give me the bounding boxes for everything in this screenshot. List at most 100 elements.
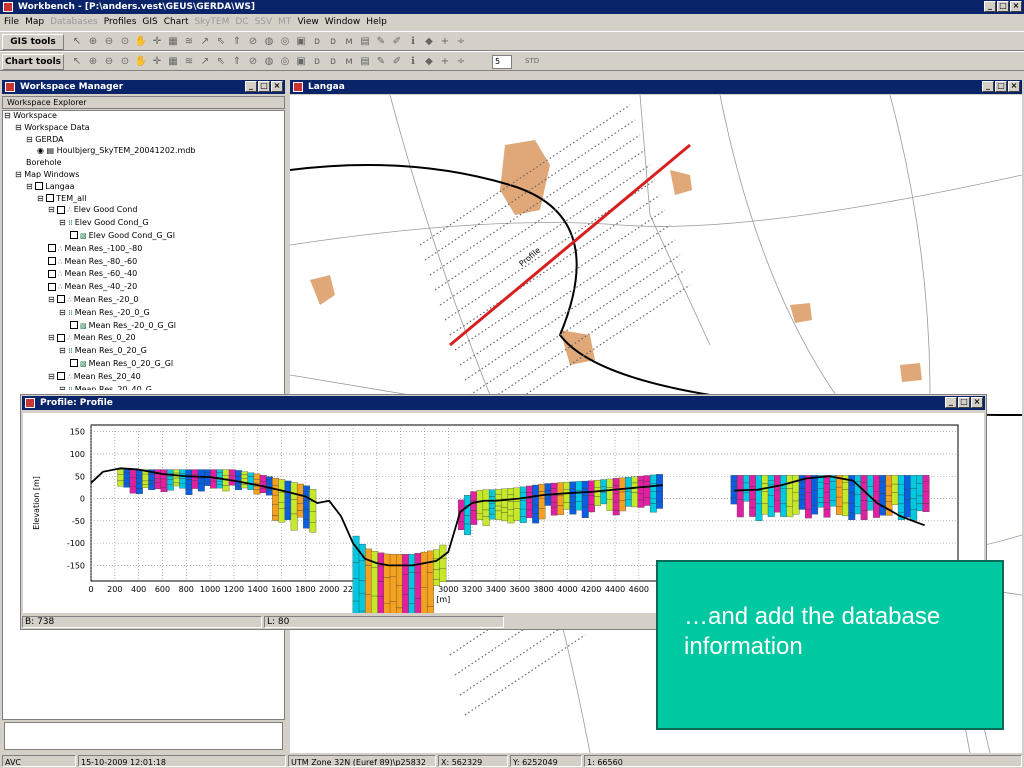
zoom-extent-icon[interactable]: ⊙: [118, 55, 132, 69]
ws-minimize-button[interactable]: _: [245, 81, 257, 92]
select-icon[interactable]: ▣: [294, 55, 308, 69]
edit-icon[interactable]: ✐: [390, 35, 404, 49]
tree-node[interactable]: ∴ Mean Res_-80_-60: [4, 256, 284, 269]
zoom-stepper[interactable]: 5: [492, 55, 512, 69]
tree-checkbox[interactable]: [70, 231, 78, 240]
tree-node[interactable]: ⊟ ⁞⁞ Mean Res_20_40_G: [4, 384, 284, 390]
arrow-icon[interactable]: ↗: [198, 35, 212, 49]
tree-node[interactable]: ▧ Mean Res_-20_0_G_Gl: [4, 320, 284, 333]
tree-checkbox[interactable]: [57, 372, 66, 381]
pen-icon[interactable]: ✎: [374, 55, 388, 69]
tree-checkbox[interactable]: [57, 333, 66, 342]
tree-node[interactable]: ⊟ TEM_all: [4, 193, 284, 205]
tree-checkbox[interactable]: [70, 359, 78, 368]
table-icon[interactable]: ▤: [358, 35, 372, 49]
menu-gis[interactable]: GIS: [142, 16, 157, 29]
grid-icon[interactable]: ▦: [166, 55, 180, 69]
plus-icon[interactable]: +: [438, 55, 452, 69]
table-icon[interactable]: ▤: [358, 55, 372, 69]
pan-icon[interactable]: ✋: [134, 35, 148, 49]
zoom-out-icon[interactable]: ⊖: [102, 35, 116, 49]
tree-node[interactable]: ⊟ ∴ Mean Res_0_20: [4, 332, 284, 345]
mrq-text[interactable]: ᴍ: [342, 55, 356, 69]
pointer-icon[interactable]: ↖: [70, 35, 84, 49]
zoom-in-icon[interactable]: ⊕: [86, 55, 100, 69]
globe2-icon[interactable]: ◎: [278, 55, 292, 69]
arrow-left-icon[interactable]: ⇖: [214, 35, 228, 49]
layers-icon[interactable]: ≋: [182, 55, 196, 69]
crosshair-icon[interactable]: ✛: [150, 55, 164, 69]
crosshair-icon[interactable]: ✛: [150, 35, 164, 49]
select-icon[interactable]: ▣: [294, 35, 308, 49]
profile-minimize-button[interactable]: _: [945, 397, 957, 408]
close-button[interactable]: ×: [1010, 1, 1022, 12]
menu-profiles[interactable]: Profiles: [104, 16, 137, 29]
globe-icon[interactable]: ◍: [262, 35, 276, 49]
menu-view[interactable]: View: [297, 16, 318, 29]
tree-node[interactable]: ⊟ Langaa: [4, 181, 284, 193]
edit-icon[interactable]: ✐: [390, 55, 404, 69]
menu-map[interactable]: Map: [25, 16, 44, 29]
tree-checkbox[interactable]: [46, 194, 55, 203]
ws-close-button[interactable]: ×: [271, 81, 283, 92]
globe2-icon[interactable]: ◎: [278, 35, 292, 49]
zoom-out-icon[interactable]: ⊖: [102, 55, 116, 69]
tree-checkbox[interactable]: [70, 321, 78, 330]
globe-icon[interactable]: ◍: [262, 55, 276, 69]
tree-node[interactable]: ⊟ ⁞⁞ Mean Res_-20_0_G: [4, 307, 284, 320]
tree-checkbox[interactable]: [57, 205, 66, 214]
divide-icon[interactable]: ÷: [454, 55, 468, 69]
tree-node[interactable]: ⊟ Map Windows: [4, 169, 284, 181]
ws-maximize-button[interactable]: □: [258, 81, 270, 92]
tree-node[interactable]: Borehole: [4, 157, 284, 169]
grid-icon[interactable]: ▦: [166, 35, 180, 49]
profile-maximize-button[interactable]: □: [958, 397, 970, 408]
dbs-text[interactable]: ᴅ: [326, 55, 340, 69]
divide-icon[interactable]: ÷: [454, 35, 468, 49]
dbs-text[interactable]: ᴅ: [326, 35, 340, 49]
arrow-up-icon[interactable]: ⇑: [230, 35, 244, 49]
menu-window[interactable]: Window: [325, 16, 361, 29]
tree-node[interactable]: ∴ Mean Res_-100_-80: [4, 243, 284, 256]
no-icon[interactable]: ⊘: [246, 55, 260, 69]
menu-chart[interactable]: Chart: [164, 16, 189, 29]
tree-node[interactable]: ⊟ ∴ Elev Good Cond: [4, 204, 284, 217]
no-icon[interactable]: ⊘: [246, 35, 260, 49]
tree-node[interactable]: ∴ Mean Res_-60_-40: [4, 268, 284, 281]
maximize-button[interactable]: □: [997, 1, 1009, 12]
info-icon[interactable]: ℹ: [406, 55, 420, 69]
map-close-button[interactable]: ×: [1008, 81, 1020, 92]
zoom-in-icon[interactable]: ⊕: [86, 35, 100, 49]
menu-help[interactable]: Help: [366, 16, 387, 29]
tree-checkbox[interactable]: [48, 257, 56, 266]
tree-checkbox[interactable]: [48, 282, 56, 291]
pen-icon[interactable]: ✎: [374, 35, 388, 49]
arrow-up-icon[interactable]: ⇑: [230, 55, 244, 69]
arrow-icon[interactable]: ↗: [198, 55, 212, 69]
tree-node[interactable]: ▧ Mean Res_0_20_G_Gl: [4, 358, 284, 371]
zoom-extent-icon[interactable]: ⊙: [118, 35, 132, 49]
arrow-left-icon[interactable]: ⇖: [214, 55, 228, 69]
layers-icon[interactable]: ≋: [182, 35, 196, 49]
tree-checkbox[interactable]: [48, 269, 56, 278]
map-maximize-button[interactable]: □: [995, 81, 1007, 92]
map-minimize-button[interactable]: _: [982, 81, 994, 92]
dbq-text[interactable]: ᴅ: [310, 35, 324, 49]
tree-node[interactable]: ⊟ ⁞⁞ Mean Res_0_20_G: [4, 345, 284, 358]
tree-node[interactable]: ◉ ▤ Houlbjerg_SkyTEM_20041202.mdb: [4, 145, 284, 157]
plus-icon[interactable]: +: [438, 35, 452, 49]
pan-icon[interactable]: ✋: [134, 55, 148, 69]
tree-checkbox[interactable]: [35, 182, 44, 191]
pointer-icon[interactable]: ↖: [70, 55, 84, 69]
tree-checkbox[interactable]: [57, 295, 66, 304]
menu-file[interactable]: File: [4, 16, 19, 29]
tree-node[interactable]: ⊟ Workspace: [4, 110, 284, 122]
dbq-text[interactable]: ᴅ: [310, 55, 324, 69]
tree-node[interactable]: ⊟ ∴ Mean Res_-20_0: [4, 294, 284, 307]
info-icon[interactable]: ℹ: [406, 35, 420, 49]
tag-icon[interactable]: ◆: [422, 35, 436, 49]
tree-node[interactable]: ⊟ ∴ Mean Res_20_40: [4, 371, 284, 384]
tree-node[interactable]: ∴ Mean Res_-40_-20: [4, 281, 284, 294]
mrq-text[interactable]: ᴍ: [342, 35, 356, 49]
tree-node[interactable]: ⊟ ⁞⁞ Elev Good Cond_G: [4, 217, 284, 230]
